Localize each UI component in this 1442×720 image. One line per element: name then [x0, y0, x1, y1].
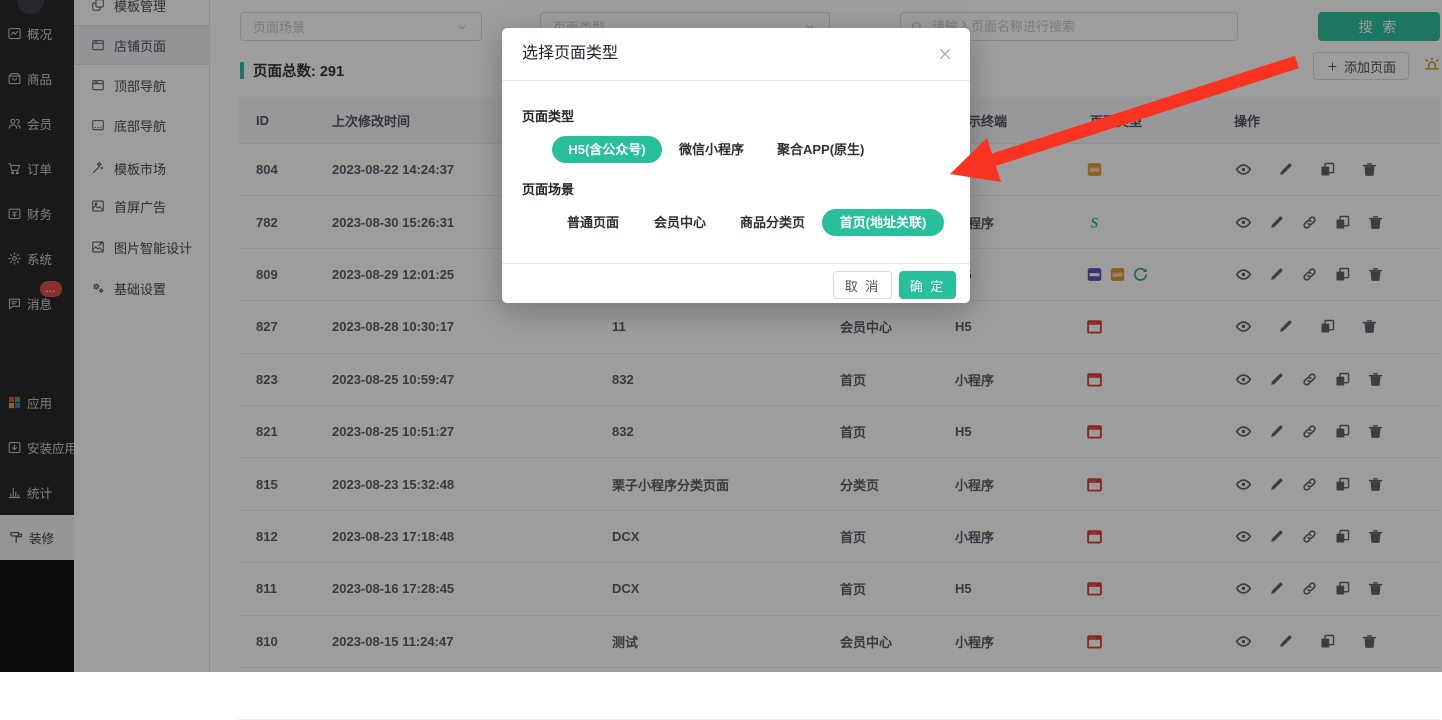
page-scene-option-normal[interactable]: 普通页面 [567, 209, 619, 236]
table-row [238, 668, 1440, 720]
modal-title: 选择页面类型 [522, 28, 618, 80]
modal-header: 选择页面类型 [502, 28, 970, 81]
select-page-type-modal: 选择页面类型 页面类型 H5(含公众号) 微信小程序 聚合APP(原生) 页面场… [502, 28, 970, 303]
page-scene-option-home[interactable]: 首页(地址关联) [822, 209, 944, 236]
close-icon[interactable] [936, 45, 954, 63]
page-scene-section-label: 页面场景 [522, 179, 574, 198]
page-scene-option-category[interactable]: 商品分类页 [740, 209, 805, 236]
page-scene-option-member[interactable]: 会员中心 [654, 209, 706, 236]
confirm-button[interactable]: 确 定 [899, 271, 956, 299]
page-type-option-app[interactable]: 聚合APP(原生) [777, 136, 864, 163]
page-type-section-label: 页面类型 [522, 106, 574, 125]
cancel-button[interactable]: 取 消 [833, 271, 892, 299]
page-type-option-weapp[interactable]: 微信小程序 [679, 136, 744, 163]
page-type-option-h5[interactable]: H5(含公众号) [552, 136, 662, 163]
